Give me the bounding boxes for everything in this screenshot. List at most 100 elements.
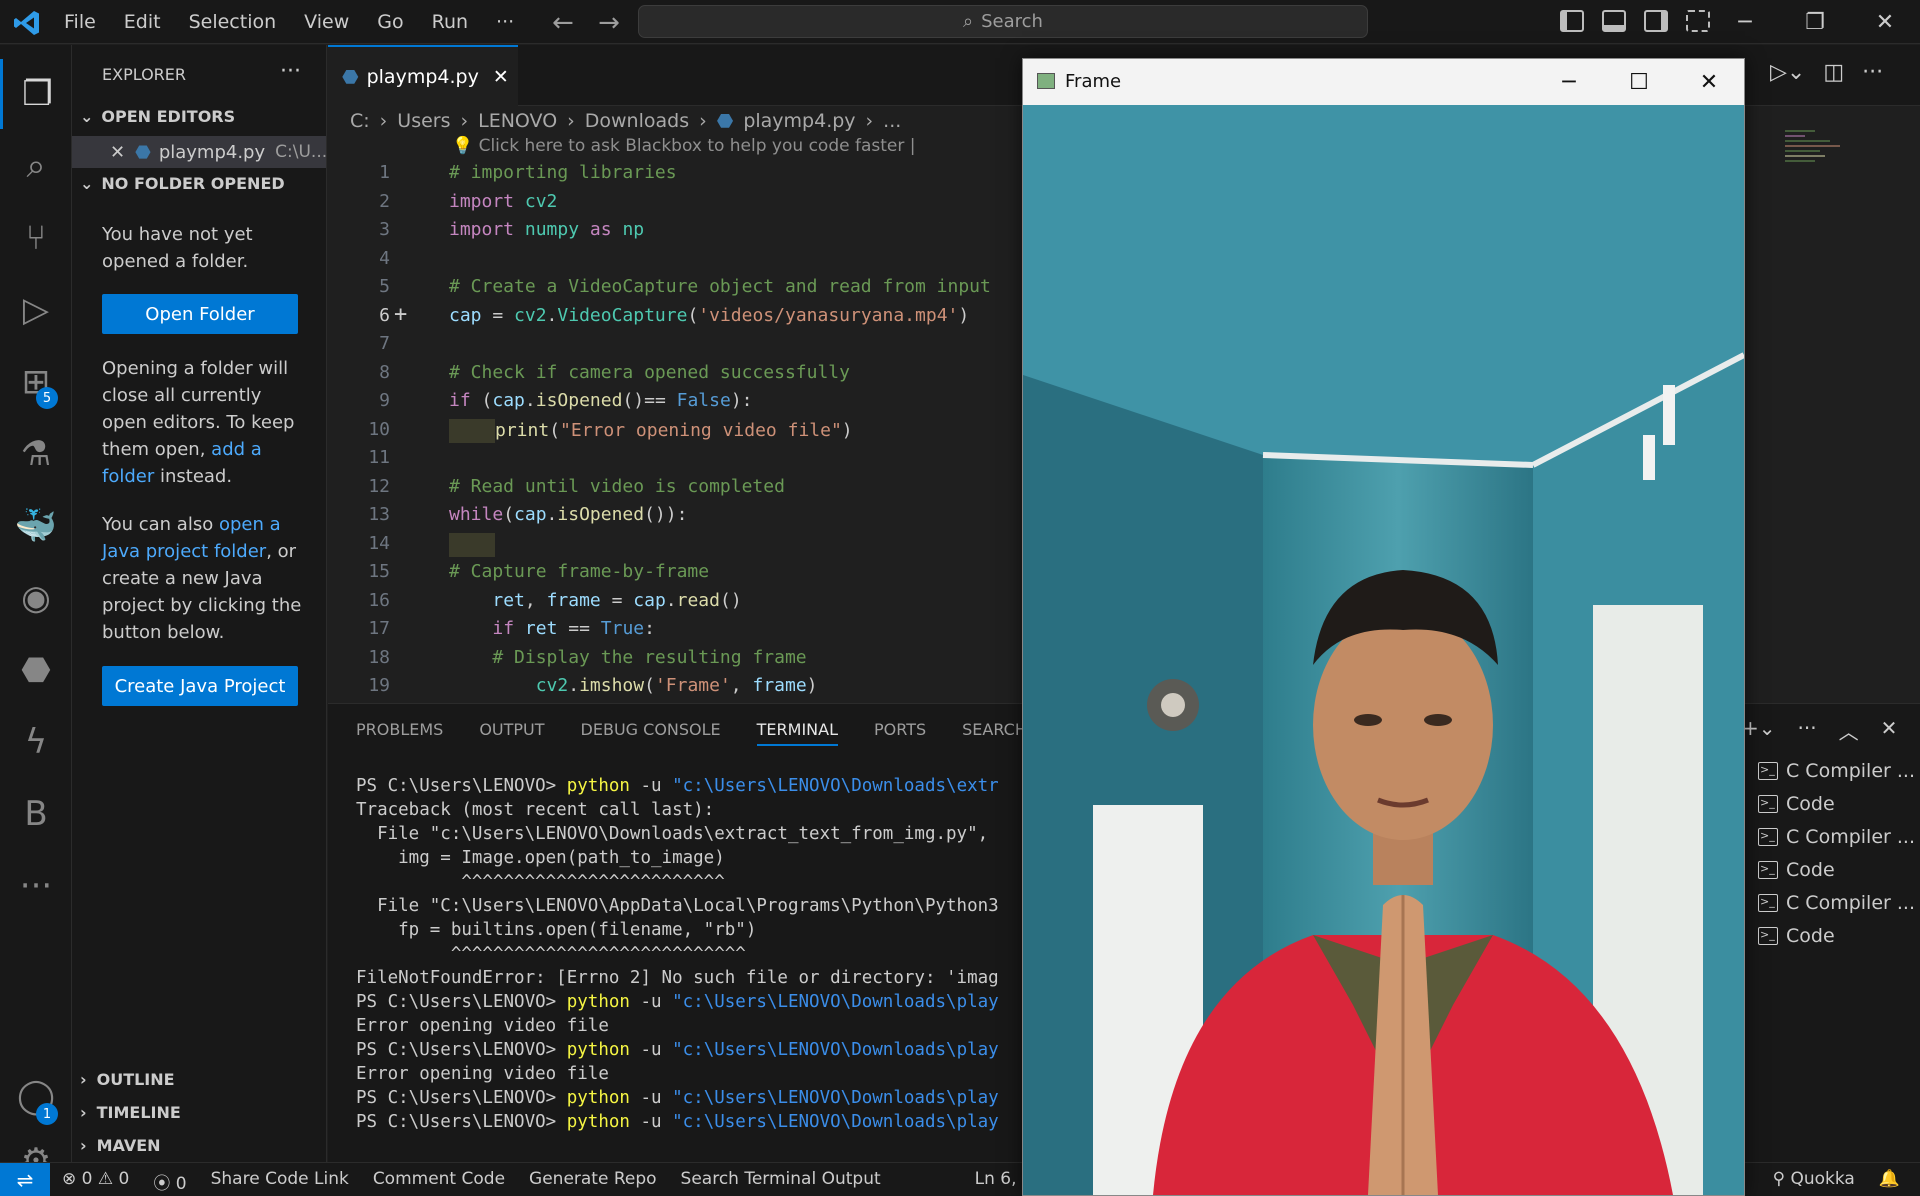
terminal-list-item[interactable]: >_ C Compiler ...	[1758, 892, 1915, 914]
back-arrow-icon[interactable]: ←	[552, 8, 574, 38]
menu-view[interactable]: View	[290, 11, 363, 33]
menu-edit[interactable]: Edit	[110, 11, 175, 33]
minimap[interactable]	[1785, 130, 1845, 205]
split-editor-icon[interactable]: ◫	[1823, 60, 1844, 85]
forward-arrow-icon[interactable]: →	[598, 8, 620, 38]
toggle-secondary-sidebar-icon[interactable]	[1644, 10, 1668, 32]
outline-section[interactable]: › OUTLINE	[80, 1070, 175, 1089]
close-window-icon[interactable]: ✕	[1850, 0, 1920, 44]
breadcrumb-item[interactable]: playmp4.py	[743, 110, 855, 132]
notifications-bell-icon[interactable]: 🔔	[1879, 1169, 1900, 1189]
menu-more[interactable]: ···	[482, 11, 528, 33]
open-editor-item[interactable]: ✕ ⬣ playmp4.py C:\U...	[72, 136, 326, 168]
blackbox-icon[interactable]: B	[0, 779, 72, 849]
extensions-icon[interactable]: ⊞ 5	[0, 347, 72, 417]
command-center-search[interactable]: ⌕ Search	[638, 5, 1368, 38]
terminal-line: ^^^^^^^^^^^^^^^^^^^^^^^^^^^^	[356, 944, 746, 964]
terminal-icon: >_	[1758, 795, 1778, 813]
frame-title-bar[interactable]: Frame ─ ☐ ✕	[1023, 59, 1744, 105]
quokka-status[interactable]: ⚲ Quokka	[1773, 1169, 1855, 1189]
breadcrumb-item[interactable]: LENOVO	[478, 110, 557, 132]
new-terminal-icon[interactable]: +⌄	[1742, 716, 1776, 745]
terminal-line: PS C:\Users\LENOVO> python -u "c:\Users\…	[356, 1112, 999, 1132]
tab-debug-console[interactable]: DEBUG CONSOLE	[581, 720, 721, 746]
panel-more-icon[interactable]: ···	[1798, 716, 1817, 745]
open-editors-header[interactable]: ⌄ OPEN EDITORS	[80, 107, 235, 126]
maximize-panel-icon[interactable]: ︿	[1839, 716, 1859, 745]
tab-terminal[interactable]: TERMINAL	[756, 720, 839, 746]
breadcrumb-item[interactable]: ...	[883, 110, 901, 132]
terminal-list-item[interactable]: >_ Code	[1758, 793, 1835, 815]
line-number: 15	[368, 561, 390, 582]
terminal-path: "c:\Users\LENOVO\Downloads\play	[672, 1040, 999, 1060]
maven-section[interactable]: › MAVEN	[80, 1136, 161, 1155]
search-label: Search	[981, 11, 1043, 32]
frame-minimize-icon[interactable]: ─	[1534, 59, 1604, 105]
more-actions-icon[interactable]: ···	[280, 59, 301, 84]
run-debug-icon[interactable]: ▷	[0, 275, 72, 345]
line-number: 1	[379, 162, 390, 183]
terminal-list-item[interactable]: >_ C Compiler ...	[1758, 760, 1915, 782]
tab-ports[interactable]: PORTS	[874, 720, 926, 746]
blackbox-hint[interactable]: 💡 Click here to ask Blackbox to help you…	[452, 136, 915, 156]
java-info-pre: You can also	[102, 514, 219, 535]
java-info-text: You can also open a Java project folder,…	[102, 511, 302, 646]
explorer-icon[interactable]: ❐	[0, 59, 72, 129]
extensions-badge: 5	[36, 387, 58, 409]
create-java-project-button[interactable]: Create Java Project	[102, 666, 298, 706]
customize-layout-icon[interactable]	[1686, 10, 1710, 32]
terminal-list-item[interactable]: >_ Code	[1758, 859, 1835, 881]
close-panel-icon[interactable]: ✕	[1881, 716, 1898, 745]
tab-output[interactable]: OUTPUT	[479, 720, 544, 746]
search-terminal-output[interactable]: Search Terminal Output	[681, 1169, 881, 1194]
vscode-logo-icon	[14, 11, 39, 35]
terminal-list-item[interactable]: >_ C Compiler ...	[1758, 826, 1915, 848]
no-folder-header[interactable]: ⌄ NO FOLDER OPENED	[80, 174, 285, 193]
frame-close-icon[interactable]: ✕	[1674, 59, 1744, 105]
run-python-icon[interactable]: ▷⌄	[1770, 60, 1805, 85]
git-graph-icon[interactable]: ◉	[0, 563, 72, 633]
window-app-icon	[1037, 73, 1055, 89]
tab-playmp4[interactable]: ⬣ playmp4.py ✕	[328, 45, 518, 106]
breadcrumb-item[interactable]: Downloads	[585, 110, 689, 132]
problems-status[interactable]: ⊗ 0 ⚠ 0	[62, 1169, 129, 1194]
breadcrumb-item[interactable]: C:	[350, 110, 370, 132]
more-views-icon[interactable]: ···	[0, 851, 72, 921]
menu-file[interactable]: File	[50, 11, 110, 33]
minimize-icon[interactable]: ─	[1710, 0, 1780, 44]
accounts-icon[interactable]: ◯ 1	[0, 1061, 72, 1131]
terminal-list-item[interactable]: >_ Code	[1758, 925, 1835, 947]
editor-more-icon[interactable]: ···	[1862, 60, 1883, 85]
ports-status[interactable]: ⦿ 0	[153, 1169, 186, 1194]
tab-problems[interactable]: PROBLEMS	[356, 720, 443, 746]
quokka-icon[interactable]: ϟ	[0, 707, 72, 777]
source-control-icon[interactable]: ⑂	[0, 203, 72, 273]
menu-go[interactable]: Go	[363, 11, 417, 33]
restore-icon[interactable]: ❐	[1780, 0, 1850, 44]
search-icon: ⌕	[963, 11, 974, 32]
python-file-icon: ⬣	[342, 65, 359, 88]
outline-label: OUTLINE	[96, 1070, 175, 1089]
toggle-primary-sidebar-icon[interactable]	[1560, 10, 1584, 32]
menu-run[interactable]: Run	[418, 11, 482, 33]
frame-maximize-icon[interactable]: ☐	[1604, 59, 1674, 105]
docker-icon[interactable]: 🐳	[0, 491, 72, 561]
generate-repo[interactable]: Generate Repo	[529, 1169, 657, 1194]
search-view-icon[interactable]: ⌕	[0, 131, 72, 201]
panel-tabs: PROBLEMS OUTPUT DEBUG CONSOLE TERMINAL P…	[356, 720, 1063, 746]
share-code-link[interactable]: Share Code Link	[211, 1169, 349, 1194]
close-editor-icon[interactable]: ✕	[110, 142, 125, 163]
toggle-panel-icon[interactable]	[1602, 10, 1626, 32]
timeline-section[interactable]: › TIMELINE	[80, 1103, 181, 1122]
python-icon[interactable]: ⬣	[0, 635, 72, 705]
code-line: print("Error opening video file")	[449, 419, 853, 443]
menu-selection[interactable]: Selection	[175, 11, 291, 33]
open-folder-button[interactable]: Open Folder	[102, 294, 298, 334]
close-tab-icon[interactable]: ✕	[493, 66, 509, 88]
breadcrumb-item[interactable]: Users	[397, 110, 450, 132]
add-line-glyph-icon[interactable]: +	[394, 302, 407, 327]
testing-icon[interactable]: ⚗	[0, 419, 72, 489]
remote-indicator-icon[interactable]: ⇌	[0, 1163, 50, 1196]
open-editors-label: OPEN EDITORS	[101, 107, 236, 126]
comment-code[interactable]: Comment Code	[373, 1169, 505, 1194]
